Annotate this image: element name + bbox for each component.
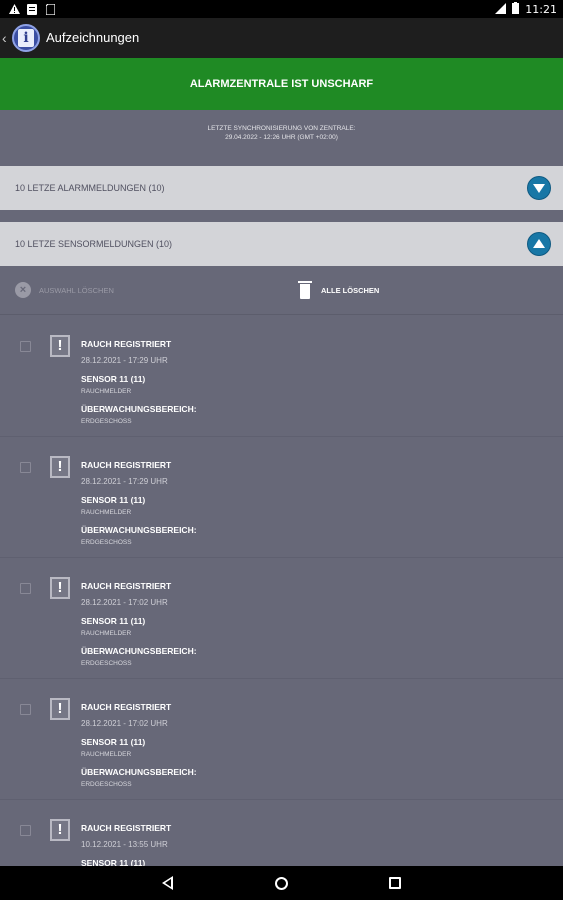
- entry-title: RAUCH REGISTRIERT: [81, 702, 172, 712]
- entry-datetime: 28.12.2021 - 17:02 UHR: [81, 598, 168, 607]
- list-item[interactable]: ! RAUCH REGISTRIERT 28.12.2021 - 17:29 U…: [0, 437, 563, 558]
- section-label: 10 LETZE SENSORMELDUNGEN (10): [15, 239, 173, 249]
- sim-icon: [44, 3, 56, 15]
- list-actions: × AUSWAHL LÖSCHEN ALLE LÖSCHEN: [0, 276, 563, 306]
- section-alarm-messages[interactable]: 10 LETZE ALARMMELDUNGEN (10): [0, 166, 563, 210]
- section-sensor-messages[interactable]: 10 LETZE SENSORMELDUNGEN (10): [0, 222, 563, 266]
- entry-sensor-type: RAUCHMELDER: [81, 630, 132, 637]
- select-checkbox[interactable]: [20, 704, 31, 715]
- clear-selection-label: AUSWAHL LÖSCHEN: [39, 285, 114, 295]
- entry-sensor-type: RAUCHMELDER: [81, 509, 132, 516]
- status-time: 11:21: [525, 3, 557, 16]
- entry-sensor: SENSOR 11 (11): [81, 737, 146, 747]
- clear-all-button[interactable]: ALLE LÖSCHEN: [298, 281, 379, 299]
- alert-icon: !: [50, 456, 70, 478]
- entry-sensor: SENSOR 11 (11): [81, 616, 146, 626]
- recents-icon[interactable]: [389, 877, 401, 889]
- list-item[interactable]: ! RAUCH REGISTRIERT 28.12.2021 - 17:02 U…: [0, 558, 563, 679]
- clear-selection-button[interactable]: × AUSWAHL LÖSCHEN: [15, 282, 114, 298]
- entry-area-label: ÜBERWACHUNGSBEREICH:: [81, 646, 197, 656]
- info-icon[interactable]: i: [12, 24, 40, 52]
- entry-title: RAUCH REGISTRIERT: [81, 339, 172, 349]
- signal-icon: [495, 2, 507, 17]
- chevron-up-icon[interactable]: [527, 232, 551, 256]
- entry-title: RAUCH REGISTRIERT: [81, 460, 172, 470]
- entry-area-label: ÜBERWACHUNGSBEREICH:: [81, 525, 197, 535]
- sync-timestamp: 29.04.2022 - 12:26 UHR (GMT +02:00): [225, 134, 338, 141]
- select-checkbox[interactable]: [20, 462, 31, 473]
- select-checkbox[interactable]: [20, 341, 31, 352]
- page-title: Aufzeichnungen: [46, 30, 140, 45]
- close-circle-icon: ×: [15, 282, 31, 298]
- entry-sensor: SENSOR 11 (11): [81, 858, 146, 866]
- entry-area: ERDGESCHOSS: [81, 660, 132, 667]
- select-checkbox[interactable]: [20, 583, 31, 594]
- list-item[interactable]: ! RAUCH REGISTRIERT 28.12.2021 - 17:29 U…: [0, 316, 563, 437]
- list-item[interactable]: ! RAUCH REGISTRIERT 10.12.2021 - 13:55 U…: [0, 800, 563, 866]
- trash-icon: [298, 281, 312, 299]
- entry-area: ERDGESCHOSS: [81, 539, 132, 546]
- message-icon: [26, 3, 38, 15]
- sync-label: LETZTE SYNCHRONISIERUNG VON ZENTRALE:: [207, 125, 356, 132]
- alert-icon: !: [50, 335, 70, 357]
- section-label: 10 LETZE ALARMMELDUNGEN (10): [15, 183, 165, 193]
- entry-datetime: 28.12.2021 - 17:29 UHR: [81, 356, 168, 365]
- entry-area: ERDGESCHOSS: [81, 418, 132, 425]
- alert-icon: !: [50, 698, 70, 720]
- entry-title: RAUCH REGISTRIERT: [81, 581, 172, 591]
- status-bar: 11:21: [0, 0, 563, 18]
- warning-icon: [8, 3, 20, 15]
- back-icon[interactable]: [162, 876, 173, 890]
- alarm-status-text: ALARMZENTRALE IST UNSCHARF: [189, 78, 374, 90]
- home-icon[interactable]: [275, 877, 288, 890]
- battery-icon: [512, 2, 520, 17]
- entry-sensor-type: RAUCHMELDER: [81, 751, 132, 758]
- entry-sensor: SENSOR 11 (11): [81, 495, 146, 505]
- entry-area-label: ÜBERWACHUNGSBEREICH:: [81, 767, 197, 777]
- entry-datetime: 28.12.2021 - 17:02 UHR: [81, 719, 168, 728]
- list-item[interactable]: ! RAUCH REGISTRIERT 28.12.2021 - 17:02 U…: [0, 679, 563, 800]
- app-bar: ‹ i Aufzeichnungen: [0, 18, 563, 58]
- back-chevron-icon[interactable]: ‹: [2, 30, 12, 46]
- sensor-message-list[interactable]: ! RAUCH REGISTRIERT 28.12.2021 - 17:29 U…: [0, 316, 563, 866]
- chevron-down-icon[interactable]: [527, 176, 551, 200]
- alert-icon: !: [50, 577, 70, 599]
- entry-sensor: SENSOR 11 (11): [81, 374, 146, 384]
- divider: [0, 314, 563, 315]
- sync-info: LETZTE SYNCHRONISIERUNG VON ZENTRALE: 29…: [0, 124, 563, 142]
- system-nav-bar: [0, 866, 563, 900]
- entry-title: RAUCH REGISTRIERT: [81, 823, 172, 833]
- entry-area-label: ÜBERWACHUNGSBEREICH:: [81, 404, 197, 414]
- alarm-status-banner: ALARMZENTRALE IST UNSCHARF: [0, 58, 563, 110]
- clear-all-label: ALLE LÖSCHEN: [321, 285, 380, 295]
- entry-area: ERDGESCHOSS: [81, 781, 132, 788]
- entry-datetime: 28.12.2021 - 17:29 UHR: [81, 477, 168, 486]
- alert-icon: !: [50, 819, 70, 841]
- select-checkbox[interactable]: [20, 825, 31, 836]
- entry-sensor-type: RAUCHMELDER: [81, 388, 132, 395]
- entry-datetime: 10.12.2021 - 13:55 UHR: [81, 840, 168, 849]
